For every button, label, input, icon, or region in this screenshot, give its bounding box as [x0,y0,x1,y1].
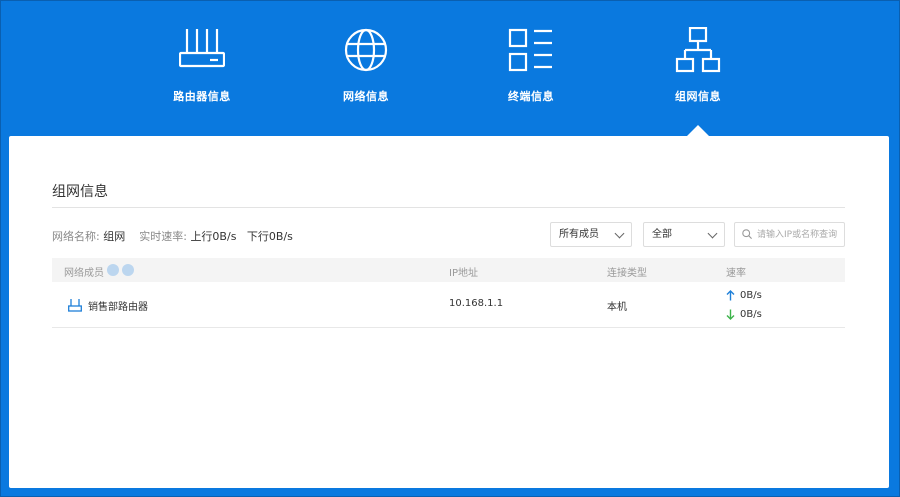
nav-item-router-info[interactable]: 路由器信息 [132,1,272,136]
member-filter-select[interactable]: 所有成员 [550,222,632,247]
chevron-down-icon [614,228,625,239]
nav-item-terminal-info[interactable]: 终端信息 [461,1,601,136]
table-header: 网络成员 IP地址 连接类型 速率 [52,258,845,282]
arrow-up-icon [726,290,735,301]
nav-item-network-info[interactable]: 网络信息 [296,1,436,136]
router-filter-icon[interactable] [107,264,119,276]
chevron-down-icon [707,228,718,239]
mesh-info-panel: 组网信息 网络名称: 组网 实时速率: 上行0B/s 下行0B/s 所有成员 全… [9,136,889,488]
network-name-value: 组网 [103,230,126,243]
network-summary: 网络名称: 组网 实时速率: 上行0B/s 下行0B/s [52,228,293,244]
col-header-type: 连接类型 [607,268,647,279]
search-icon [742,229,752,239]
device-list-icon [508,28,552,72]
network-topology-icon [675,27,721,73]
realtime-rate-label: 实时速率: [139,230,187,243]
member-name: 销售部路由器 [88,302,148,313]
nav-label: 网络信息 [343,90,389,103]
connection-type: 本机 [607,302,627,313]
download-rate: 下行0B/s [246,230,293,243]
router-icon [179,29,225,68]
member-ip: 10.168.1.1 [449,298,504,309]
search-box [734,222,845,247]
page-title: 组网信息 [52,184,108,200]
divider [52,207,845,208]
top-nav: 路由器信息 网络信息 终端信息 组网信息 [1,1,900,136]
nav-label: 组网信息 [675,90,721,103]
globe-icon [344,28,388,72]
active-tab-pointer [687,125,709,136]
nav-label: 路由器信息 [173,90,231,103]
table-row[interactable]: 销售部路由器 10.168.1.1 本机 0B/s 0B/s [52,282,845,328]
member-download-rate: 0B/s [740,309,762,320]
upload-rate: 上行0B/s [190,230,237,243]
scope-filter-select[interactable]: 全部 [643,222,725,247]
col-header-rate: 速率 [726,268,746,279]
router-icon [68,299,82,312]
arrow-down-icon [726,309,735,320]
scope-filter-value: 全部 [652,229,672,240]
user-filter-icon[interactable] [122,264,134,276]
member-upload-rate: 0B/s [740,290,762,301]
col-header-ip: IP地址 [449,268,478,279]
search-input[interactable] [757,225,843,244]
network-name-label: 网络名称: [52,230,100,243]
nav-label: 终端信息 [508,90,554,103]
member-filter-value: 所有成员 [559,229,599,240]
nav-item-mesh-info[interactable]: 组网信息 [628,1,768,136]
col-header-member: 网络成员 [64,268,104,279]
